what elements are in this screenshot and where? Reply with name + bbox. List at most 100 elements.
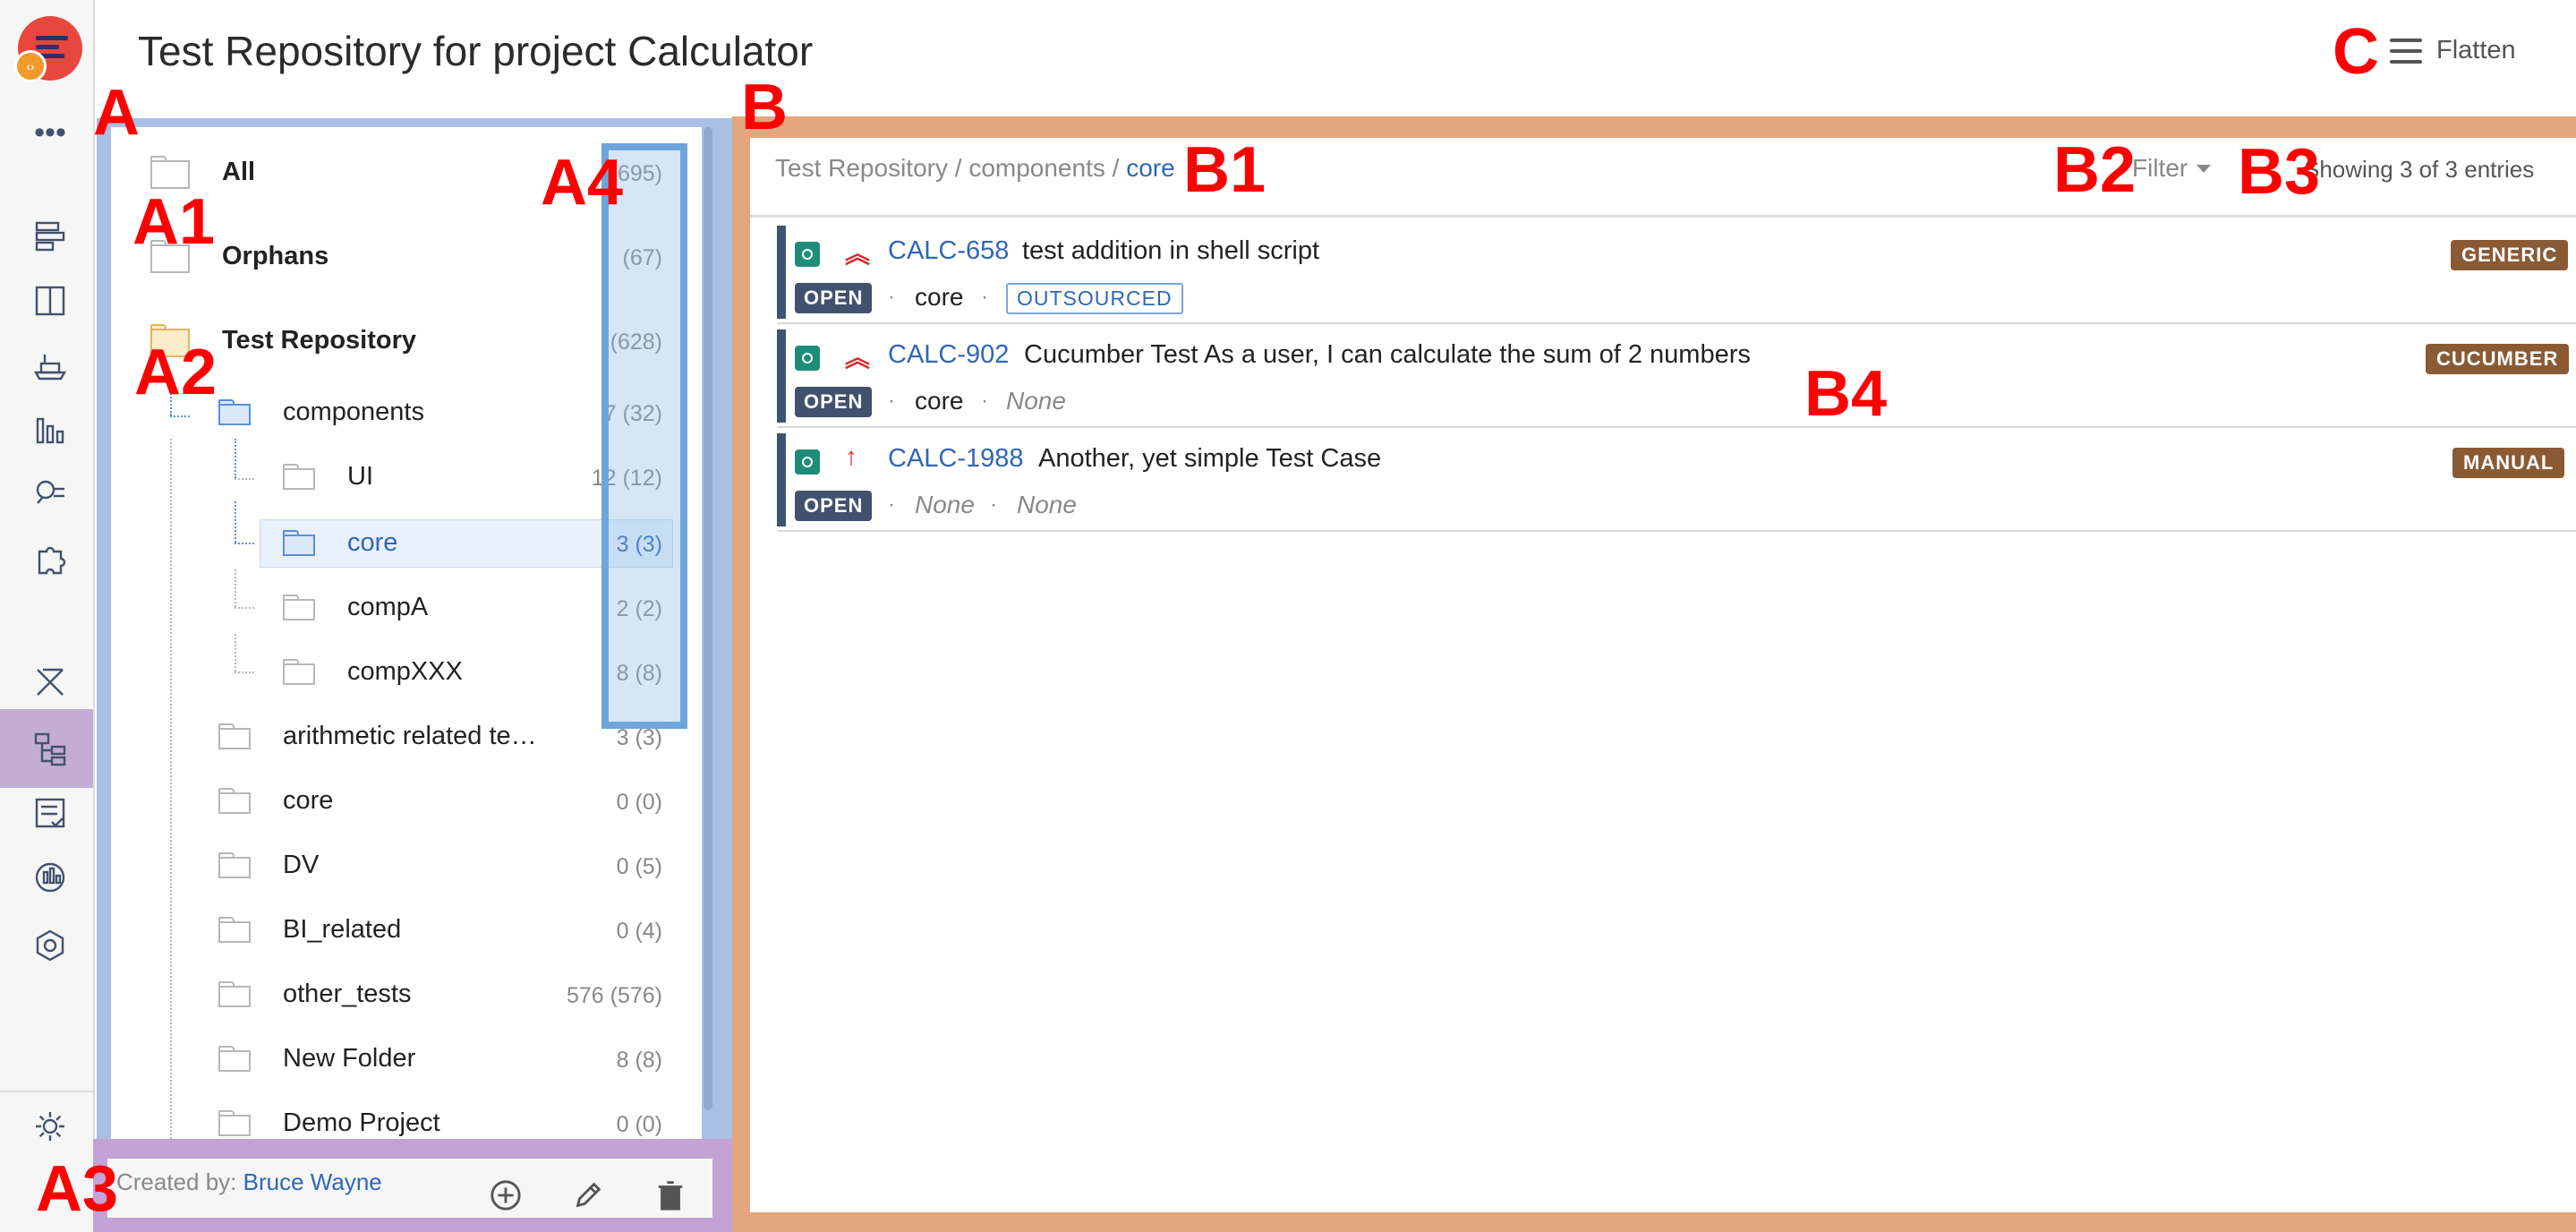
app-sidebar: ‹› ••• [0,0,95,1232]
annotation-a3: A3 [36,1153,119,1225]
trash-icon [658,1181,683,1211]
folder-icon [283,659,315,685]
annotation-a1: A1 [132,186,216,258]
test-row[interactable]: ︽ CALC-658 test addition in shell script… [777,222,2576,324]
test-type-badge: MANUAL [2452,448,2565,478]
test-key-link[interactable]: CALC-1988 [888,444,1024,474]
tree-node-arithmetic[interactable]: arithmetic related te… [218,713,537,759]
puzzle-icon[interactable] [27,535,73,582]
test-label[interactable]: OUTSOURCED [1006,283,1183,314]
priority-high-icon: ↑ [845,442,857,470]
folder-icon [283,595,315,620]
created-by-user-link[interactable]: Bruce Wayne [243,1168,382,1195]
annotation-c: C [2333,16,2379,88]
flatten-button[interactable]: Flatten [2390,36,2516,65]
reports-icon[interactable] [27,854,73,901]
annotation-b: B [741,72,788,143]
separator: · [990,492,997,517]
tree-guide [235,607,254,609]
annotation-a: A [93,77,140,149]
ship-icon[interactable] [27,342,73,389]
test-summary: Cucumber Test As a user, I can calculate… [1024,340,1751,369]
row-accent [777,329,786,423]
board-icon[interactable] [27,213,73,260]
breadcrumb-root[interactable]: Test Repository [775,154,948,182]
hex-icon[interactable] [27,922,73,969]
tree-scrollbar[interactable] [704,127,712,1110]
separator: · [888,389,895,413]
chart-icon[interactable] [27,406,73,453]
separator: · [981,285,988,309]
annotation-a4: A4 [541,147,624,218]
test-key-link[interactable]: CALC-658 [888,236,1009,266]
annotation-a2: A2 [134,337,218,408]
folder-icon [150,156,190,189]
tree-guide [235,478,254,480]
tree-guide [235,501,236,543]
tree-node-components[interactable]: components [218,389,424,435]
breadcrumb-components[interactable]: components [968,154,1105,182]
annotation-b3: B3 [2238,136,2321,208]
tree-node-count: 576 (576) [566,983,662,1008]
breadcrumb: Test Repository / components / core [775,154,1175,182]
delete-folder-button[interactable] [653,1178,689,1214]
folder-icon [283,464,315,490]
more-icon[interactable]: ••• [27,109,73,156]
separator: · [888,285,895,309]
app-logo-icon[interactable]: ‹› [14,16,82,82]
test-row[interactable]: ︽ CALC-902 Cucumber Test As a user, I ca… [777,326,2576,428]
add-folder-button[interactable] [489,1178,525,1214]
folder-icon [218,981,251,1007]
test-issue-icon [795,449,820,475]
tree-node-dv[interactable]: DV [218,842,319,888]
tree-node-new-folder[interactable]: New Folder [218,1035,415,1082]
tree-node-count: 8 (8) [616,1048,662,1073]
tree-guide [235,634,236,672]
tree-guide [170,439,172,1146]
priority-highest-icon: ︽ [845,344,871,372]
test-type-badge: CUCUMBER [2426,344,2570,374]
test-label: None [1017,491,1077,518]
split-icon[interactable] [27,278,73,324]
test-label: None [1006,387,1066,415]
gear-icon[interactable] [27,1103,73,1150]
tree-node-other-tests[interactable]: other_tests [218,971,411,1017]
row-accent [777,433,786,526]
tree-guide [235,569,236,607]
breadcrumb-current: core [1126,154,1175,182]
status-badge: OPEN [795,283,873,313]
annotation-b2: B2 [2053,134,2137,206]
tree-node-compxxx[interactable]: compXXX [283,648,463,695]
test-row[interactable]: ↑ CALC-1988 Another, yet simple Test Cas… [777,430,2576,532]
count-column-highlight [601,143,687,729]
tree-node-ui[interactable]: UI [283,453,373,500]
filter-dropdown[interactable]: Filter [2132,154,2212,183]
test-summary: Another, yet simple Test Case [1038,444,1382,473]
tree-node-count: 0 (0) [616,790,662,815]
edit-folder-button[interactable] [571,1178,607,1214]
priority-highest-icon: ︽ [845,240,871,268]
checklist-icon[interactable] [27,790,73,836]
test-summary: test addition in shell script [1022,236,1320,265]
row-accent [777,226,786,319]
tree-node-core-selected[interactable]: core [283,519,397,566]
test-component: None [915,491,975,518]
tree-node-core[interactable]: core [218,777,333,824]
tree-node-count: 0 (0) [616,1112,662,1137]
tree-guide [235,672,254,673]
tree-node-bi-related[interactable]: BI_related [218,906,401,953]
created-by: Created by: Bruce Wayne [116,1168,382,1195]
search-icon[interactable] [27,471,73,518]
rail-divider [0,1091,93,1092]
entries-count: Showing 3 of 3 entries [2304,156,2535,183]
plus-circle-icon [490,1180,521,1211]
folder-icon [218,788,251,814]
xray-icon[interactable] [27,659,73,706]
annotation-b4: B4 [1804,358,1888,430]
tree-node-compa[interactable]: compA [283,584,428,630]
test-type-badge: GENERIC [2451,240,2569,270]
test-repository-icon[interactable] [27,725,73,772]
test-component: core [915,283,964,311]
folder-icon [218,917,251,943]
test-key-link[interactable]: CALC-902 [888,340,1009,370]
